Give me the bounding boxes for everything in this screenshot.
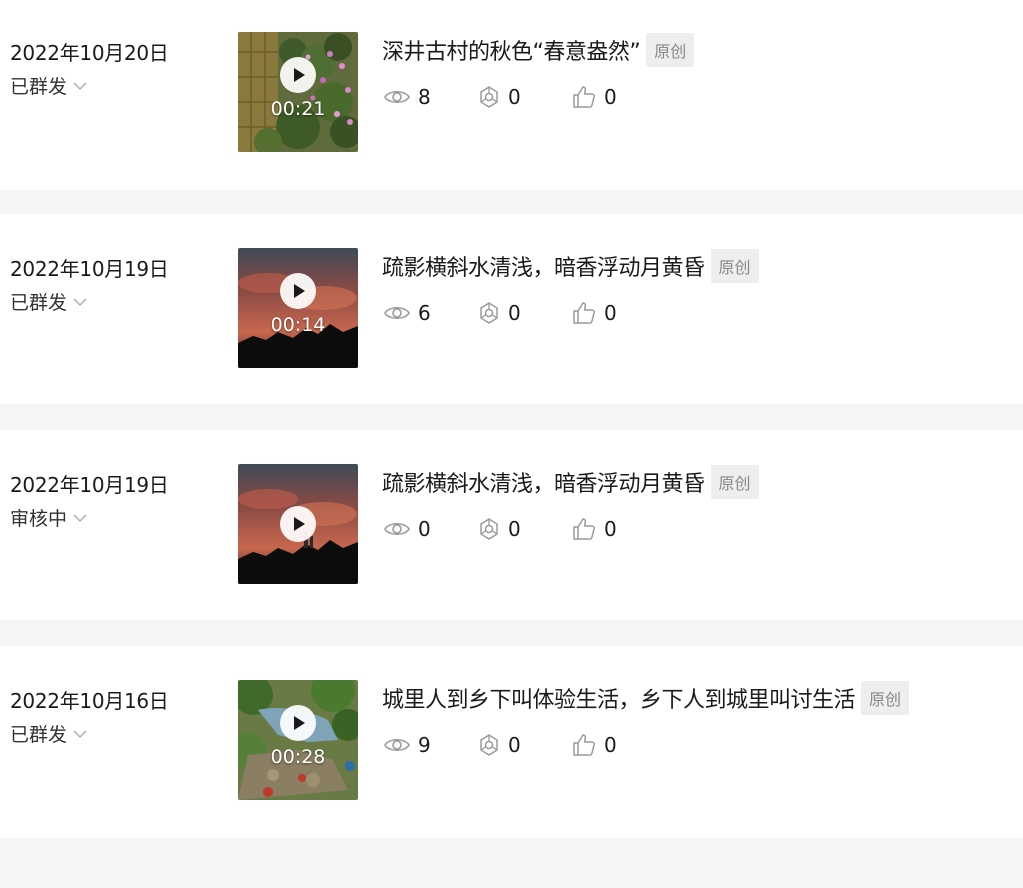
view-count-value: 0: [418, 517, 431, 541]
status-dropdown[interactable]: 审核中: [10, 504, 87, 531]
list-item: 2022年10月16日 已群发 00:28 城里人到乡下叫体验生活，乡下人到城里…: [0, 646, 1023, 838]
eye-icon: [384, 522, 410, 536]
play-icon[interactable]: [280, 273, 316, 309]
share-count-value: 0: [508, 301, 521, 325]
share-icon: [480, 734, 498, 756]
play-icon[interactable]: [280, 705, 316, 741]
stats-row: 9 0 0: [384, 733, 617, 757]
publish-date: 2022年10月16日: [10, 689, 169, 713]
share-count-value: 0: [508, 733, 521, 757]
status-label: 审核中: [10, 508, 68, 530]
play-icon[interactable]: [280, 506, 316, 542]
video-duration: 00:28: [270, 746, 326, 768]
status-label: 已群发: [10, 292, 68, 314]
like-count: 0: [572, 85, 617, 109]
title-row: 疏影横斜水清浅，暗香浮动月黄昏 原创: [382, 465, 759, 499]
video-duration: 00:21: [270, 98, 326, 120]
thumbs-up-icon: [573, 302, 595, 324]
video-thumbnail[interactable]: 00:21: [238, 32, 358, 152]
chevron-down-icon: [73, 514, 87, 522]
view-count-value: 9: [418, 733, 431, 757]
video-duration: 00:14: [270, 314, 326, 336]
play-icon[interactable]: [280, 57, 316, 93]
stats-row: 8 0 0: [384, 85, 617, 109]
view-count-value: 8: [418, 85, 431, 109]
list-item: 2022年10月20日 已群发 00:21 深井古村的秋色“春意盎然” 原创 8…: [0, 0, 1023, 190]
share-icon: [480, 86, 498, 108]
chevron-down-icon: [73, 298, 87, 306]
original-badge: 原创: [646, 33, 695, 67]
like-count-value: 0: [604, 85, 617, 109]
thumbs-up-icon: [573, 734, 595, 756]
share-count-value: 0: [508, 517, 521, 541]
share-count-value: 0: [508, 85, 521, 109]
title-row: 城里人到乡下叫体验生活，乡下人到城里叫讨生活 原创: [382, 681, 910, 715]
like-count-value: 0: [604, 733, 617, 757]
share-count: 0: [478, 85, 572, 109]
chevron-down-icon: [73, 730, 87, 738]
status-dropdown[interactable]: 已群发: [10, 72, 87, 99]
stats-row: 0 0 0: [384, 517, 617, 541]
video-thumbnail[interactable]: [238, 464, 358, 584]
article-title[interactable]: 城里人到乡下叫体验生活，乡下人到城里叫讨生活: [382, 682, 856, 714]
share-icon: [480, 302, 498, 324]
eye-icon: [384, 738, 410, 752]
like-count: 0: [572, 733, 617, 757]
article-title[interactable]: 疏影横斜水清浅，暗香浮动月黄昏: [382, 466, 705, 498]
thumbs-up-icon: [573, 518, 595, 540]
status-label: 已群发: [10, 724, 68, 746]
video-thumbnail[interactable]: 00:28: [238, 680, 358, 800]
view-count: 0: [384, 517, 478, 541]
article-title[interactable]: 疏影横斜水清浅，暗香浮动月黄昏: [382, 250, 705, 282]
status-dropdown[interactable]: 已群发: [10, 288, 87, 315]
share-count: 0: [478, 517, 572, 541]
title-row: 深井古村的秋色“春意盎然” 原创: [382, 33, 695, 67]
share-count: 0: [478, 301, 572, 325]
list-item: 2022年10月19日 已群发 00:14 疏影横斜水清浅，暗香浮动月黄昏 原创…: [0, 214, 1023, 404]
like-count: 0: [572, 301, 617, 325]
video-thumbnail[interactable]: 00:14: [238, 248, 358, 368]
original-badge: 原创: [710, 465, 759, 499]
stats-row: 6 0 0: [384, 301, 617, 325]
publish-date: 2022年10月19日: [10, 473, 169, 497]
chevron-down-icon: [73, 82, 87, 90]
like-count-value: 0: [604, 517, 617, 541]
status-dropdown[interactable]: 已群发: [10, 720, 87, 747]
list-item: 2022年10月19日 审核中 疏影横斜水清浅，暗香浮动月黄昏 原创 0 0 0: [0, 430, 1023, 620]
share-icon: [480, 518, 498, 540]
publish-date: 2022年10月20日: [10, 41, 169, 65]
share-count: 0: [478, 733, 572, 757]
thumbs-up-icon: [573, 86, 595, 108]
view-count: 8: [384, 85, 478, 109]
like-count: 0: [572, 517, 617, 541]
eye-icon: [384, 306, 410, 320]
status-label: 已群发: [10, 76, 68, 98]
view-count: 9: [384, 733, 478, 757]
view-count-value: 6: [418, 301, 431, 325]
original-badge: 原创: [861, 681, 910, 715]
view-count: 6: [384, 301, 478, 325]
title-row: 疏影横斜水清浅，暗香浮动月黄昏 原创: [382, 249, 759, 283]
eye-icon: [384, 90, 410, 104]
like-count-value: 0: [604, 301, 617, 325]
article-title[interactable]: 深井古村的秋色“春意盎然”: [382, 34, 641, 66]
publish-date: 2022年10月19日: [10, 257, 169, 281]
original-badge: 原创: [710, 249, 759, 283]
